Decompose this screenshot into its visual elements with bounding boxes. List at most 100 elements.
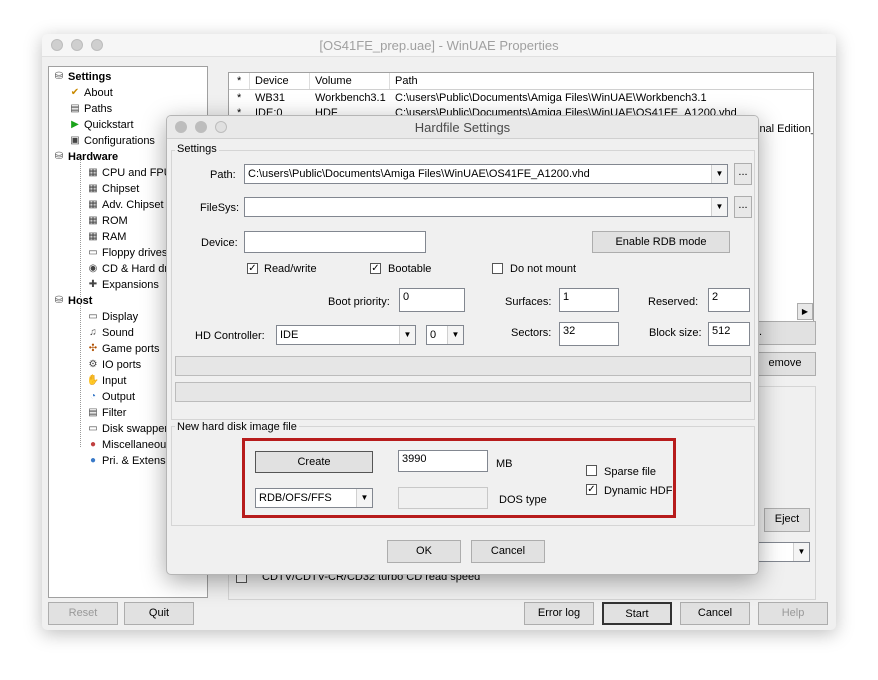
tree-item-floppy[interactable]: ▭ Floppy drives [86,245,167,261]
dialog-cancel-button[interactable]: Cancel [471,540,545,563]
sectors-input[interactable]: 32 [559,322,619,346]
ok-button[interactable]: OK [387,540,461,563]
tree-item-quickstart[interactable]: ▶ Quickstart [68,117,133,133]
remove-button[interactable]: emove [754,352,816,376]
hd-controller-label: HD Controller: [195,330,265,342]
chevron-down-icon: ▼ [711,165,727,183]
col-header-star[interactable]: * [237,75,241,87]
scroll-right-icon[interactable]: ▶ [797,303,813,320]
cancel-button[interactable]: Cancel [680,602,750,625]
tree-item-output[interactable]: ◔ Output [86,389,135,405]
tree-item-adv-chipset[interactable]: ▦ Adv. Chipset [86,197,163,213]
dialog-titlebar[interactable]: Hardfile Settings [167,116,758,139]
tree-item-disk-swapper[interactable]: ▭ Disk swapper [86,421,168,437]
boot-priority-input[interactable]: 0 [399,288,465,312]
adv-chipset-icon: ▦ [88,199,98,211]
block-size-input[interactable]: 512 [708,322,750,346]
main-window-title: [OS41FE_prep.uae] - WinUAE Properties [319,38,559,53]
tree-item-label: Input [102,375,127,387]
filesys-select[interactable]: ▼ [244,197,728,217]
col-header-path[interactable]: Path [395,75,418,87]
filesys-browse-button[interactable]: ... [734,196,752,218]
extensions-icon: ● [89,455,97,467]
path-select[interactable]: C:\users\Public\Documents\Amiga Files\Wi… [244,164,728,184]
tree-item-about[interactable]: ✔ About [68,85,113,101]
eject-button[interactable]: Eject [764,508,810,532]
tree-item-game-ports[interactable]: ✣ Game ports [86,341,160,357]
expansions-icon: ✚ [88,279,98,291]
path-browse-button[interactable]: ... [734,163,752,185]
hd-controller-select[interactable]: IDE ▼ [276,325,416,345]
input-icon: ✋ [86,375,100,387]
tree-item-label: Chipset [102,183,140,195]
tree-item-label: Game ports [102,343,160,355]
main-titlebar[interactable]: [OS41FE_prep.uae] - WinUAE Properties [42,34,836,57]
tree-item-ram[interactable]: ▦ RAM [86,229,126,245]
disk-swapper-icon: ▭ [88,423,98,435]
tree-item-input[interactable]: ✋ Input [86,373,127,389]
col-header-device[interactable]: Device [255,75,289,87]
tree-item-paths[interactable]: ▤ Paths [68,101,112,117]
bootable-label: Bootable [388,263,432,275]
table-row[interactable]: * WB31 Workbench3.1 C:\users\Public\Docu… [229,91,813,106]
tree-item-sound[interactable]: ♫ Sound [86,325,134,341]
col-header-volume[interactable]: Volume [315,75,352,87]
tree-item-chipset[interactable]: ▦ Chipset [86,181,139,197]
settings-group [171,150,755,420]
size-input[interactable]: 3990 [398,450,488,472]
floppy-icon: ▭ [88,247,98,259]
filesys-label: FileSys: [200,202,240,214]
cd-hard-drive-icon: ◉ [88,263,98,275]
chevron-down-icon: ▼ [356,489,372,507]
geometry-info-bar [175,356,751,376]
dynamic-hdf-checkbox[interactable]: ✓ [586,484,597,495]
start-button[interactable]: Start [602,602,672,625]
tree-guide-line [80,159,81,447]
tree-item-host[interactable]: ⛁ Host [52,293,93,309]
tree-item-cpu[interactable]: ▦ CPU and FPU [86,165,171,181]
create-button[interactable]: Create [255,451,373,473]
tree-item-configurations[interactable]: ▣ Configurations [68,133,155,149]
tree-item-miscellaneous[interactable]: ● Miscellaneous [86,437,172,453]
surfaces-input[interactable]: 1 [559,288,619,312]
tree-item-io-ports[interactable]: ⚙ IO ports [86,357,142,373]
dos-type-input[interactable] [398,487,488,509]
settings-icon: ⛁ [54,71,64,83]
tree-item-label: Miscellaneous [102,439,172,451]
tree-item-label: Output [102,391,136,403]
do-not-mount-checkbox[interactable] [492,263,503,274]
read-write-checkbox[interactable]: ✓ [247,263,258,274]
error-log-button[interactable]: Error log [524,602,594,625]
tree-item-hardware[interactable]: ⛁ Hardware [52,149,118,165]
tree-item-label: Settings [68,71,112,83]
tree-item-expansions[interactable]: ✚ Expansions [86,277,159,293]
reserved-input[interactable]: 2 [708,288,750,312]
dos-type-label: DOS type [499,494,547,506]
read-write-label: Read/write [264,263,317,275]
tree-item-rom[interactable]: ▦ ROM [86,213,127,229]
path-label: Path: [210,169,236,181]
hardware-icon: ⛁ [54,151,64,163]
host-icon: ⛁ [54,295,64,307]
add-button-partial[interactable]: . [754,321,816,345]
sparse-file-checkbox[interactable] [586,465,597,476]
cd-drive-select[interactable]: ▼ [754,542,810,562]
bootable-checkbox[interactable]: ✓ [370,263,381,274]
tree-item-label: Filter [102,407,127,419]
hd-unit-select[interactable]: 0 ▼ [426,325,464,345]
tree-item-display[interactable]: ▭ Display [86,309,138,325]
tree-item-label: Hardware [68,151,119,163]
fs-type-select[interactable]: RDB/OFS/FFS ▼ [255,488,373,508]
table-overflow-text: inal Edition_ [757,123,814,135]
device-input[interactable] [244,231,426,253]
tree-item-label: IO ports [102,359,142,371]
tree-item-settings[interactable]: ⛁ Settings [52,69,112,85]
help-button[interactable]: Help [758,602,828,625]
reset-button[interactable]: Reset [48,602,118,625]
quit-button[interactable]: Quit [124,602,194,625]
tree-item-filter[interactable]: ▤ Filter [86,405,126,421]
enable-rdb-button[interactable]: Enable RDB mode [592,231,730,253]
col-divider [309,73,310,89]
surfaces-label: Surfaces: [505,296,552,308]
dialog-title: Hardfile Settings [414,120,511,135]
